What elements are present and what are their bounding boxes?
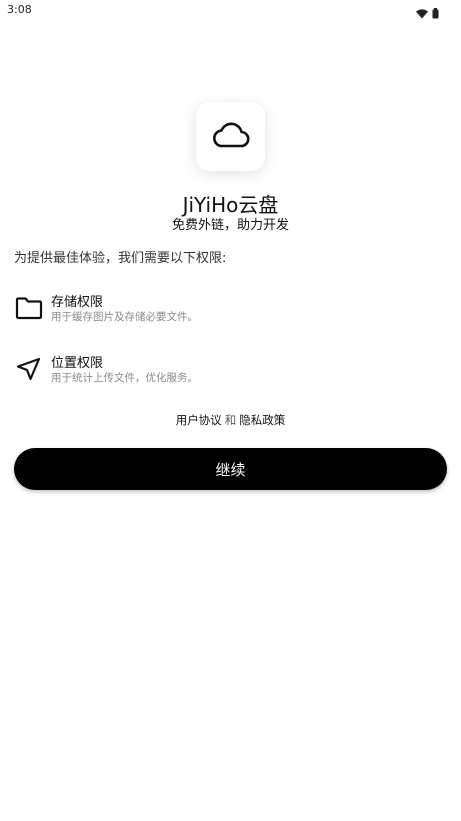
app-tagline: 免费外链，助力开发 <box>171 218 289 233</box>
status-icons <box>416 4 439 23</box>
permission-title: 位置权限 <box>51 356 104 371</box>
agreement-conjunction: 和 <box>224 413 237 427</box>
folder-icon <box>14 293 44 323</box>
status-time: 3:08 <box>7 3 32 16</box>
permission-item-location: 位置权限 用于统计上传文件，优化服务。 <box>14 352 434 392</box>
continue-button[interactable]: 继续 <box>14 448 447 490</box>
battery-icon <box>432 4 439 23</box>
wifi-icon <box>416 4 428 23</box>
permission-description: 用于缓存图片及存储必要文件。 <box>51 311 198 323</box>
permission-intro: 为提供最佳体验，我们需要以下权限: <box>14 251 227 266</box>
status-bar: 3:08 <box>0 0 461 22</box>
agreement-line: 用户协议和隐私政策 <box>0 412 461 428</box>
app-logo <box>196 102 265 171</box>
cloud-icon <box>211 121 251 153</box>
location-arrow-icon <box>14 354 44 384</box>
permission-description: 用于统计上传文件，优化服务。 <box>51 372 198 384</box>
permission-title: 存储权限 <box>51 295 104 310</box>
user-agreement-link[interactable]: 用户协议 <box>176 413 222 427</box>
privacy-policy-link[interactable]: 隐私政策 <box>239 413 285 427</box>
permission-item-storage: 存储权限 用于缓存图片及存储必要文件。 <box>14 291 434 331</box>
